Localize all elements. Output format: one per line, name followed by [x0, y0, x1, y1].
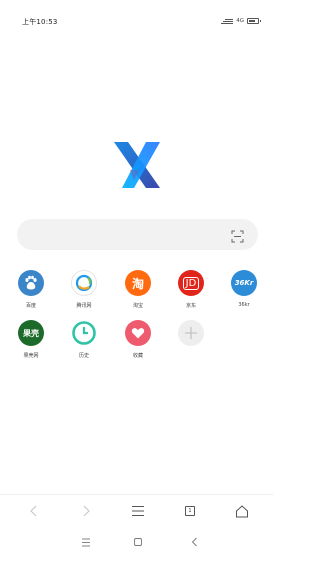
shortcut-label: 果壳网	[23, 353, 39, 359]
menu-button[interactable]	[129, 502, 147, 520]
battery-icon	[247, 18, 261, 24]
shortcut-label: 36kr	[238, 302, 250, 308]
tab-count: 1	[185, 506, 195, 516]
36kr-icon: 36Kr	[231, 270, 257, 296]
status-indicators: 4G	[221, 16, 261, 26]
shortcut-guokr[interactable]: 果壳 果壳网	[11, 320, 51, 359]
recents-icon	[82, 538, 90, 546]
tencent-icon	[71, 270, 97, 296]
add-shortcut-icon	[178, 320, 204, 346]
shortcut-label: 淘宝	[132, 303, 143, 309]
home-button[interactable]	[233, 502, 251, 520]
forward-arrow-icon	[83, 505, 90, 517]
status-bar: 上午10:53 4G	[0, 0, 273, 44]
status-time: 上午10:53	[22, 18, 58, 26]
shortcut-label: 收藏	[132, 353, 143, 359]
home-icon	[236, 504, 248, 517]
scan-icon[interactable]	[231, 228, 244, 243]
shortcut-label: 腾讯网	[76, 303, 92, 309]
shortcut-tencent[interactable]: 腾讯网	[64, 270, 104, 309]
x-browser-logo-icon	[112, 140, 162, 190]
battery-fill	[249, 20, 255, 22]
shortcut-label: 京东	[185, 303, 196, 309]
network-type: 4G	[236, 18, 244, 24]
taobao-icon: 淘	[125, 270, 151, 296]
back-button[interactable]	[24, 502, 42, 520]
back-arrow-icon	[30, 505, 37, 517]
system-nav-bar	[0, 526, 273, 576]
guokr-icon: 果壳	[18, 320, 44, 346]
history-clock-icon	[71, 320, 97, 346]
jd-icon-text: JD	[182, 276, 200, 290]
shortcut-favorites[interactable]: 收藏	[118, 320, 158, 359]
tabs-button[interactable]: 1	[181, 502, 199, 520]
menu-icon	[132, 506, 144, 516]
shortcut-label: 百度	[25, 303, 36, 309]
signal-icon	[221, 18, 234, 25]
shortcut-jd[interactable]: JD 京东	[171, 270, 211, 309]
baidu-paw-icon	[18, 270, 44, 296]
shortcut-36kr[interactable]: 36Kr 36kr	[224, 270, 264, 308]
recents-button[interactable]	[78, 534, 94, 550]
jd-icon: JD	[178, 270, 204, 296]
add-shortcut-button[interactable]	[171, 320, 211, 346]
nav-home-button[interactable]	[130, 534, 146, 550]
bottom-toolbar: 1	[0, 494, 273, 526]
nav-home-icon	[134, 538, 142, 546]
favorites-heart-icon	[125, 320, 151, 346]
forward-button[interactable]	[78, 502, 96, 520]
nav-back-button[interactable]	[186, 534, 202, 550]
shortcut-history[interactable]: 历史	[64, 320, 104, 359]
shortcut-label: 历史	[78, 353, 89, 359]
search-input[interactable]	[17, 219, 258, 250]
shortcut-taobao[interactable]: 淘 淘宝	[118, 270, 158, 309]
nav-back-icon	[191, 537, 197, 547]
shortcut-baidu[interactable]: 百度	[11, 270, 51, 309]
